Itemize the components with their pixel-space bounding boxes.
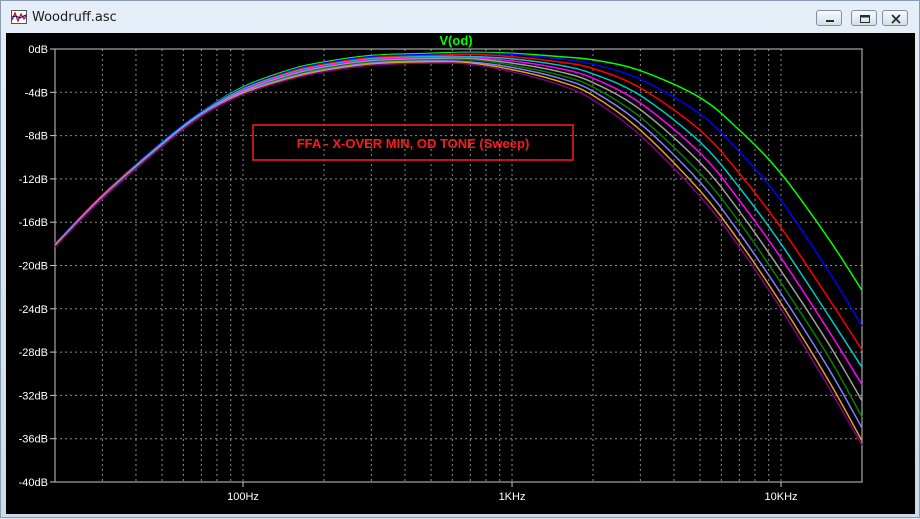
y-tick-label: -24dB — [19, 304, 48, 316]
series-line-9[interactable] — [54, 61, 863, 442]
series-line-6[interactable] — [54, 57, 863, 402]
restore-icon — [860, 15, 870, 23]
series-line-5[interactable] — [54, 56, 863, 385]
y-tick-label: -32dB — [19, 390, 48, 402]
minimize-icon — [826, 20, 834, 22]
x-axis: 100Hz 1KHz 10KHz — [227, 482, 798, 503]
window-title: Woodruff.asc — [32, 10, 117, 25]
y-axis: 0dB -4dB -8dB -12dB -16dB -20dB -24dB -28dB -32d… — [19, 44, 55, 489]
series-line-1[interactable] — [54, 51, 863, 291]
series-group — [54, 51, 863, 446]
bode-plot[interactable]: 0dB -4dB -8dB -12dB -16dB -20dB -24dB -28dB -32d… — [6, 33, 915, 514]
y-tick-label: -20dB — [19, 261, 48, 273]
y-tick-label: -28dB — [19, 347, 48, 359]
x-tick-label: 100Hz — [227, 491, 259, 503]
y-tick-label: -16dB — [19, 217, 48, 229]
y-tick-label: 0dB — [28, 44, 48, 56]
waveform-viewer[interactable]: 0dB -4dB -8dB -12dB -16dB -20dB -24dB -28dB -32d… — [6, 33, 915, 514]
series-line-7[interactable] — [54, 58, 863, 418]
y-tick-label: -12dB — [19, 174, 48, 186]
close-icon — [891, 14, 901, 24]
ltspice-waveform-icon — [11, 10, 27, 24]
series-line-10[interactable] — [54, 62, 863, 446]
app-window: Woodruff.asc 0dB -4dB -8dB -12dB -16dB -20dB -… — [0, 0, 920, 518]
minimize-button[interactable] — [816, 10, 842, 26]
annotation-text: FFA - X-OVER MIN, OD TONE (Sweep) — [297, 136, 530, 151]
y-tick-label: -4dB — [25, 87, 48, 99]
y-tick-label: -40dB — [19, 477, 48, 489]
restore-button[interactable] — [851, 10, 877, 26]
close-button[interactable] — [882, 10, 908, 26]
title-bar[interactable]: Woodruff.asc — [1, 1, 919, 33]
y-tick-label: -36dB — [19, 434, 48, 446]
grid — [55, 49, 862, 482]
x-tick-label: 1KHz — [499, 491, 526, 503]
y-tick-label: -8dB — [25, 131, 48, 143]
series-line-4[interactable] — [54, 55, 863, 368]
x-tick-label: 10KHz — [765, 491, 798, 503]
chart-title: V(od) — [439, 33, 472, 48]
